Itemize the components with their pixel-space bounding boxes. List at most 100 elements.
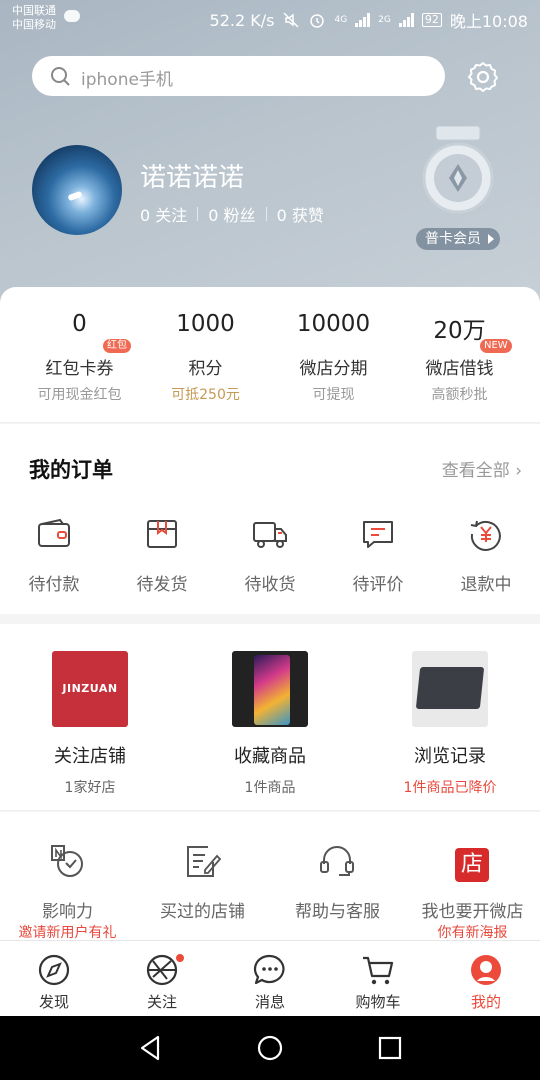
- battery-level: 92: [421, 13, 442, 27]
- network-speed: 52.2 K/s: [209, 10, 275, 30]
- asset-sub: 可用现金红包: [37, 387, 122, 403]
- carrier-1: 中国联通: [12, 4, 56, 17]
- order-pending-shipment[interactable]: 待发货: [108, 510, 216, 600]
- favorite-items[interactable]: 收藏商品 1件商品: [180, 624, 360, 811]
- asset-sub: 可抵250元: [171, 387, 240, 403]
- asset-points[interactable]: 1000 积分 可抵250元: [138, 287, 273, 423]
- service-sub: 你有新海报: [437, 925, 508, 941]
- asset-tag-badge: 红包: [103, 339, 131, 353]
- asset-label: 微店借钱: [425, 359, 494, 379]
- system-navigation-bar: [0, 1016, 540, 1080]
- tab-discover[interactable]: 发现: [0, 941, 108, 1017]
- edit-list-icon: [187, 846, 221, 877]
- tab-follow[interactable]: 关注: [108, 941, 216, 1017]
- service-label: 我也要开微店: [421, 902, 524, 922]
- order-label: 退款中: [460, 575, 512, 595]
- alarm-icon: [310, 14, 325, 28]
- shop-label: 关注店铺: [54, 746, 126, 767]
- tab-messages[interactable]: 消息: [216, 941, 324, 1017]
- asset-label: 积分: [188, 359, 223, 379]
- shop-sub: 1件商品: [244, 780, 296, 796]
- fans-count[interactable]: 0 粉丝: [208, 202, 255, 226]
- tab-cart[interactable]: 购物车: [324, 941, 432, 1017]
- mute-icon: [283, 12, 299, 28]
- carrier-info: 中国联通 中国移动: [12, 4, 56, 32]
- status-indicators: 52.2 K/s 4G 2G 92 晚上10:08: [210, 8, 528, 32]
- member-medal-icon[interactable]: [420, 126, 496, 222]
- order-label: 待付款: [28, 575, 80, 595]
- member-level-button[interactable]: 普卡会员: [416, 228, 500, 250]
- followed-shops[interactable]: JINZUAN 关注店铺 1家好店: [0, 624, 180, 811]
- search-input[interactable]: iphone手机: [32, 56, 445, 96]
- order-pending-review[interactable]: 待评价: [324, 510, 432, 600]
- home-icon[interactable]: [256, 1034, 284, 1062]
- comment-icon: [363, 521, 393, 548]
- headset-icon: [320, 846, 354, 876]
- asset-coupons[interactable]: 0 红包 红包卡券 可用现金红包: [12, 287, 147, 423]
- status-bar: 中国联通 中国移动 52.2 K/s 4G 2G 92 晚上10:08: [0, 0, 540, 40]
- signal-2-icon: [398, 13, 414, 27]
- shop-sub: 1家好店: [64, 780, 116, 796]
- orders-section: 我的订单 查看全部 › 待付款 待发货 待收货 待评价 退款中: [0, 424, 540, 614]
- order-pending-receipt[interactable]: 待收货: [216, 510, 324, 600]
- service-influence[interactable]: 影响力 邀请新用户有礼: [0, 812, 135, 941]
- tab-label: 发现: [38, 993, 69, 1011]
- browse-history[interactable]: 浏览记录 1件商品已降价: [360, 624, 540, 811]
- shops-section: JINZUAN 关注店铺 1家好店 收藏商品 1件商品 浏览记录 1件商品已降价: [0, 624, 540, 811]
- notification-dot: [174, 952, 186, 964]
- services-section: 影响力 邀请新用户有礼 买过的店铺 帮助与客服 店 我也要开微店 你有新海报: [0, 812, 540, 941]
- back-icon[interactable]: [136, 1034, 164, 1062]
- asset-label: 红包卡券: [45, 359, 114, 379]
- shop-sub: 1件商品已降价: [403, 780, 497, 796]
- chat-icon: [253, 954, 285, 985]
- avatar[interactable]: [32, 145, 122, 235]
- service-label: 买过的店铺: [160, 902, 245, 922]
- tab-me[interactable]: 我的: [432, 941, 540, 1017]
- profile-header: 中国联通 中国移动 52.2 K/s 4G 2G 92 晚上10:08 ipho…: [0, 0, 540, 320]
- tab-label: 购物车: [355, 993, 401, 1011]
- profile-stats: 0 关注 0 粉丝 0 获赞: [140, 202, 324, 226]
- asset-loan[interactable]: 20万 NEW 微店借钱 高额秒批: [392, 287, 527, 423]
- order-label: 待评价: [352, 575, 404, 595]
- settings-gear-icon[interactable]: [466, 60, 500, 94]
- asset-value: 10000: [296, 311, 371, 337]
- username: 诺诺诺诺: [140, 163, 245, 193]
- order-refunding[interactable]: 退款中: [432, 510, 540, 600]
- store-badge-icon: 店: [455, 848, 489, 882]
- search-icon: [51, 67, 70, 86]
- recents-icon[interactable]: [376, 1034, 404, 1062]
- asset-sub: 可提现: [312, 387, 355, 403]
- profile-icon: [471, 955, 501, 985]
- bottom-tab-bar: 发现 关注 消息 购物车 我的: [0, 940, 540, 1016]
- signal-1-icon: [355, 13, 371, 27]
- service-bought-shops[interactable]: 买过的店铺: [135, 812, 270, 940]
- orders-title: 我的订单: [29, 458, 113, 482]
- influence-icon: [51, 845, 83, 877]
- net-2g-label: 2G: [378, 15, 391, 25]
- service-sub: 邀请新用户有礼: [18, 925, 117, 941]
- order-label: 待收货: [244, 575, 296, 595]
- following-count[interactable]: 0 关注: [140, 202, 187, 226]
- search-placeholder: iphone手机: [81, 70, 173, 90]
- service-help[interactable]: 帮助与客服: [270, 812, 405, 940]
- order-pending-payment[interactable]: 待付款: [0, 510, 108, 600]
- carrier-2: 中国移动: [12, 18, 56, 31]
- laptop-product-image: [412, 651, 488, 727]
- chevron-right-icon: [488, 234, 494, 244]
- cart-icon: [363, 956, 394, 985]
- service-open-store[interactable]: 店 我也要开微店 你有新海报: [405, 812, 540, 941]
- truck-icon: [253, 522, 287, 548]
- view-all-orders-link[interactable]: 查看全部 ›: [442, 456, 522, 481]
- likes-count[interactable]: 0 获赞: [277, 202, 324, 226]
- asset-label: 微店分期: [299, 359, 368, 379]
- refund-icon: [470, 520, 501, 551]
- store-logo-image: JINZUAN: [52, 651, 128, 727]
- shop-label: 收藏商品: [234, 746, 306, 767]
- assets-card: 0 红包 红包卡券 可用现金红包 1000 积分 可抵250元 10000 微店…: [0, 287, 540, 423]
- wallet-icon: [38, 518, 70, 547]
- shop-label: 浏览记录: [414, 746, 486, 767]
- tab-label: 关注: [146, 993, 177, 1011]
- asset-installment[interactable]: 10000 微店分期 可提现: [266, 287, 401, 423]
- notification-chat-icon: [64, 10, 80, 22]
- service-label: 帮助与客服: [295, 902, 380, 922]
